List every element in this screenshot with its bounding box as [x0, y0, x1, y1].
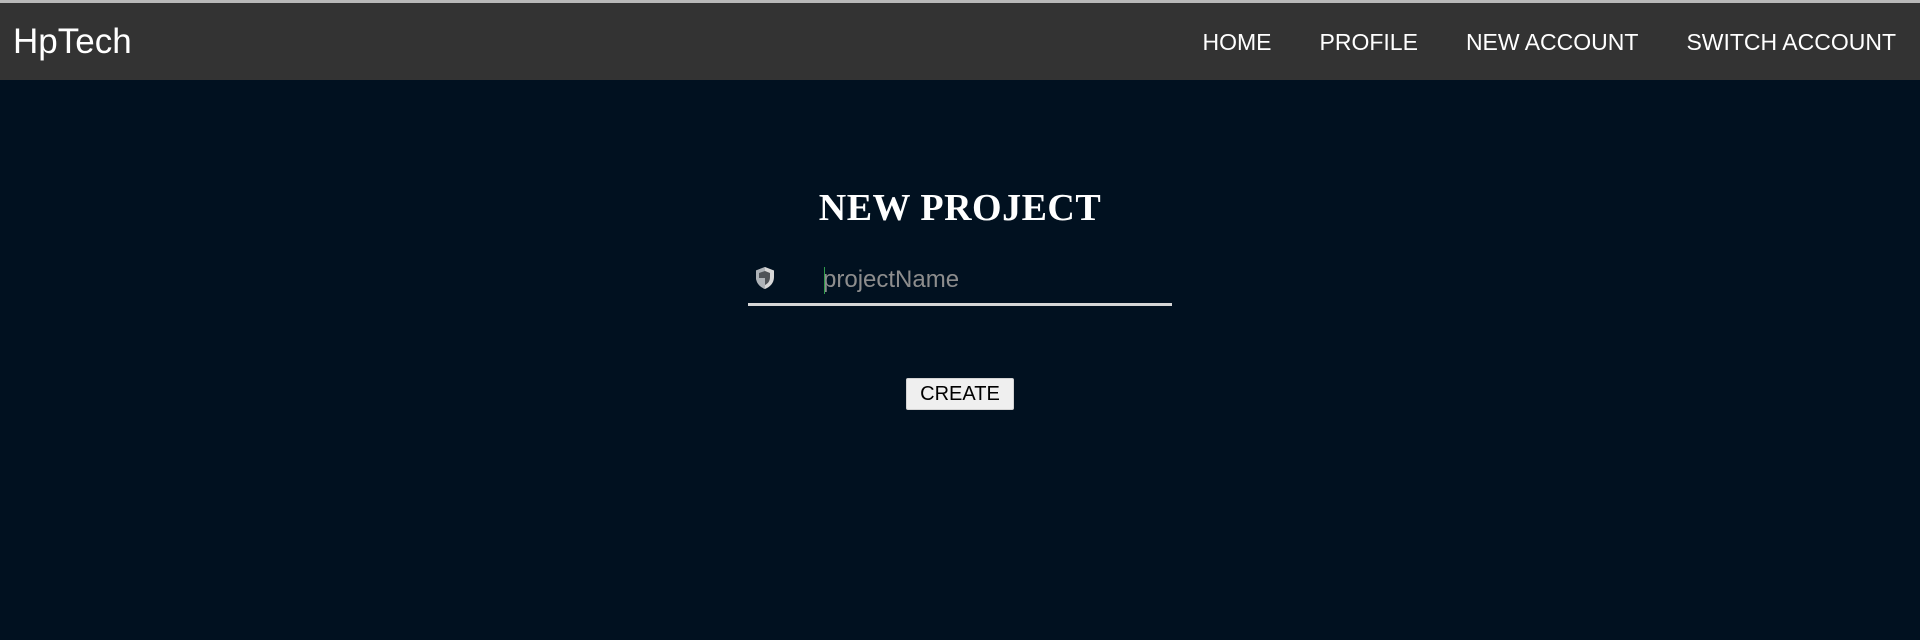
page-title: NEW PROJECT: [818, 187, 1102, 229]
navbar: HpTech HOME PROFILE NEW ACCOUNT SWITCH A…: [0, 3, 1920, 80]
project-name-field: [748, 258, 1172, 306]
shield-icon: [754, 266, 776, 290]
project-name-input[interactable]: [823, 260, 1163, 300]
nav-links: HOME PROFILE NEW ACCOUNT SWITCH ACCOUNT: [1155, 27, 1896, 57]
nav-link-switch-account[interactable]: SWITCH ACCOUNT: [1686, 27, 1896, 57]
brand-logo[interactable]: HpTech: [13, 22, 132, 62]
nav-link-profile[interactable]: PROFILE: [1320, 27, 1418, 57]
create-button[interactable]: CREATE: [906, 378, 1014, 410]
text-cursor: [824, 267, 825, 294]
nav-link-home[interactable]: HOME: [1203, 27, 1272, 57]
nav-link-new-account[interactable]: NEW ACCOUNT: [1466, 27, 1639, 57]
